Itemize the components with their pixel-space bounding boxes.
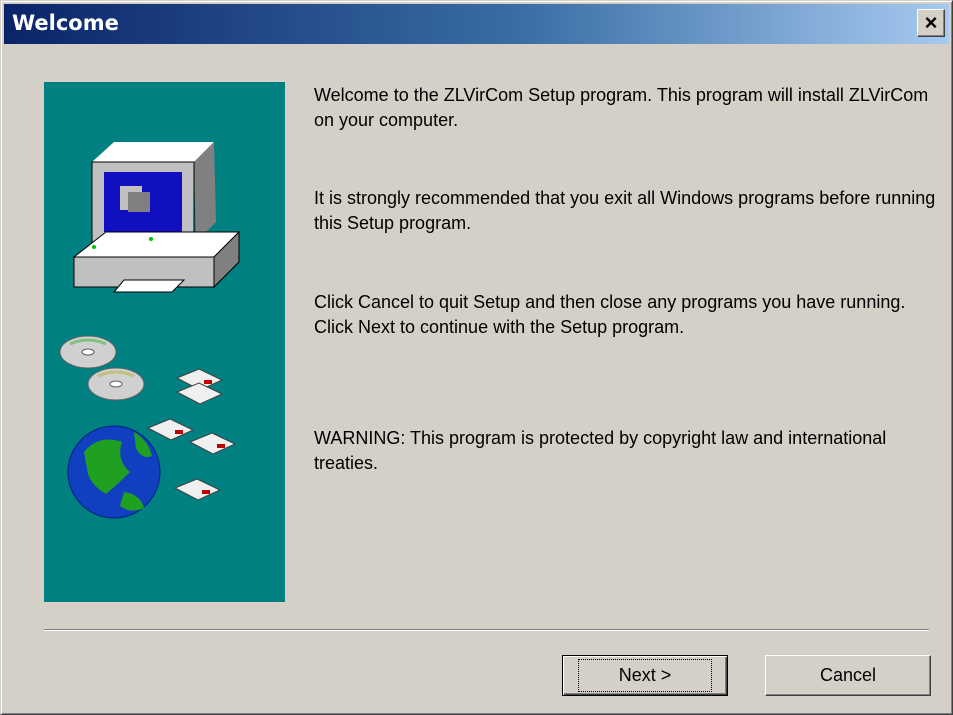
title-bar[interactable]: Welcome × xyxy=(4,4,949,44)
cancel-button[interactable]: Cancel xyxy=(765,655,931,696)
computer-icon xyxy=(72,142,241,293)
next-button[interactable]: Next > xyxy=(562,655,728,696)
close-icon: × xyxy=(924,10,938,35)
setup-illustration xyxy=(59,142,241,519)
welcome-dialog: Welcome × Welcome to the ZLVirCom Setup … xyxy=(0,0,953,715)
button-separator xyxy=(44,629,929,631)
cd-icon xyxy=(59,335,145,401)
globe-icon xyxy=(67,425,161,519)
floppy-disk-icon xyxy=(146,368,237,501)
window-title: Welcome xyxy=(12,11,119,35)
welcome-paragraph: Welcome to the ZLVirCom Setup program. T… xyxy=(314,85,929,130)
close-button[interactable]: × xyxy=(917,9,945,37)
setup-side-panel xyxy=(44,82,285,602)
instructions-paragraph: Click Cancel to quit Setup and then clos… xyxy=(314,292,906,337)
recommendation-paragraph: It is strongly recommended that you exit… xyxy=(314,188,936,233)
warning-paragraph: WARNING: This program is protected by co… xyxy=(314,428,887,473)
cancel-button-label: Cancel xyxy=(819,665,877,685)
next-button-label: Next > xyxy=(577,659,713,692)
